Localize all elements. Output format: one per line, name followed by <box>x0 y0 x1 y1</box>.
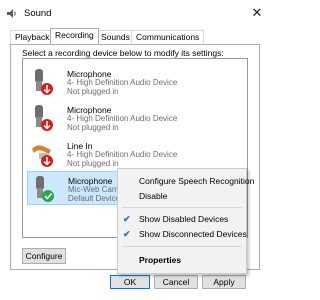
apply-button[interactable]: Apply <box>202 275 246 289</box>
tab-recording[interactable]: Recording <box>50 28 99 44</box>
window-title: Sound <box>24 8 52 19</box>
tab-communications[interactable]: Communications <box>131 30 205 44</box>
device-item[interactable]: Microphone 4- High Definition Audio Devi… <box>27 101 247 135</box>
configure-button[interactable]: Configure <box>22 248 66 264</box>
menu-separator <box>122 246 242 247</box>
checkmark-icon: ✔ <box>123 214 131 224</box>
menu-item-label: Show Disconnected Devices <box>139 229 247 239</box>
microphone-icon <box>36 176 54 202</box>
device-status: Default Device <box>68 194 121 203</box>
microphone-icon <box>35 105 53 131</box>
device-description: 4- High Definition Audio Device <box>67 150 178 159</box>
menu-item-label: Disable <box>139 191 168 201</box>
device-description: 4- High Definition Audio Device <box>67 78 178 87</box>
device-status: Not plugged in <box>67 159 119 168</box>
speaker-icon <box>7 9 16 18</box>
menu-item-configure-speech-recognition[interactable]: Configure Speech Recognition <box>118 174 254 188</box>
microphone-icon <box>35 69 53 95</box>
line-in-jack-icon <box>32 145 53 167</box>
title-bar: Sound ✕ <box>0 0 270 26</box>
menu-item-disable[interactable]: Disable <box>118 189 246 203</box>
close-icon: ✕ <box>251 5 263 20</box>
tab-playback[interactable]: Playback <box>10 30 55 44</box>
menu-item-label: Configure Speech Recognition <box>139 176 255 186</box>
menu-item-properties[interactable]: Properties <box>118 253 246 267</box>
device-item[interactable]: Microphone 4- High Definition Audio Devi… <box>27 65 247 99</box>
menu-item-show-disconnected-devices[interactable]: ✔ Show Disconnected Devices <box>118 227 247 241</box>
device-status: Not plugged in <box>67 87 119 96</box>
close-button[interactable]: ✕ <box>248 4 266 22</box>
menu-item-label: Show Disabled Devices <box>139 214 229 224</box>
device-description: 4- High Definition Audio Device <box>67 114 178 123</box>
menu-item-label: Properties <box>139 255 182 265</box>
menu-separator <box>122 207 242 208</box>
instruction-text: Select a recording device below to modif… <box>22 48 224 58</box>
cancel-button[interactable]: Cancel <box>154 275 198 289</box>
ok-button[interactable]: OK <box>110 275 150 289</box>
device-status: Not plugged in <box>67 123 119 132</box>
tab-sounds[interactable]: Sounds <box>96 30 135 44</box>
menu-item-show-disabled-devices[interactable]: ✔ Show Disabled Devices <box>118 212 246 226</box>
context-menu: Configure Speech Recognition Disable ✔ S… <box>117 168 254 274</box>
device-item[interactable]: Line In 4- High Definition Audio Device … <box>27 137 247 171</box>
checkmark-icon: ✔ <box>123 229 131 239</box>
